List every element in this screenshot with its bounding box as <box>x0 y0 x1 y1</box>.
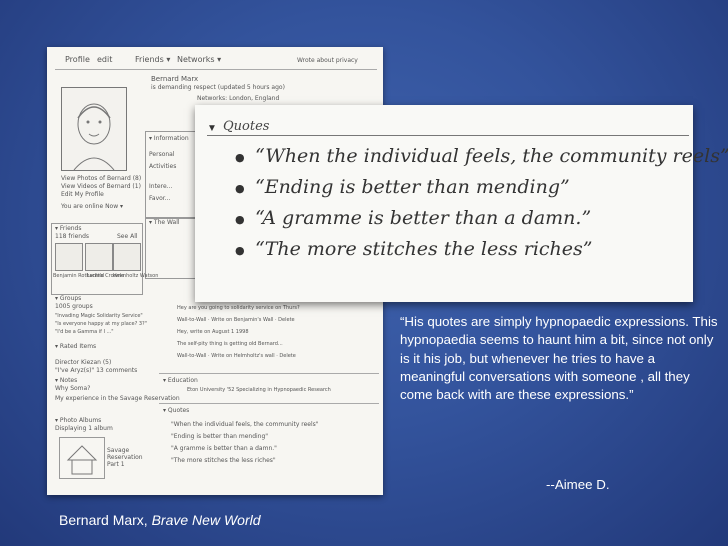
sketch-group-item: "I'd be a Gamma if I ..." <box>55 329 114 335</box>
sketch-tab-edit: edit <box>97 55 113 64</box>
sketch-notes-header: ▾ Notes <box>55 377 78 384</box>
sketch-tab-profile: Profile <box>65 55 90 64</box>
sketch-info-field: Activities <box>149 163 177 170</box>
sketch-name: Bernard Marx <box>151 75 199 83</box>
bullet-icon: ● <box>235 244 245 257</box>
caption: “His quotes are simply hypnopaedic expre… <box>400 313 720 404</box>
bullet-icon: ● <box>235 151 245 164</box>
house-sketch-icon <box>66 445 98 475</box>
sketch-albums-header: ▾ Photo Albums <box>55 417 102 424</box>
sketch-status: is demanding respect (updated 5 hours ag… <box>151 84 285 91</box>
sketch-wall-post: Wall-to-Wall · Write on Benjamin's Wall … <box>177 317 295 323</box>
sketch-info-field: Intere... <box>149 183 173 190</box>
friend-name: Helmholtz Watson <box>113 273 159 279</box>
album-thumb <box>59 437 105 479</box>
sketch-wall-post: Wall-to-Wall · Write on Helmholtz's wall… <box>177 353 296 359</box>
sketch-group-item: "Invading Magic Solidarity Service" <box>55 313 143 319</box>
caption-attribution: --Aimee D. <box>546 477 610 492</box>
sketch-wall-header: ▾ The Wall <box>149 219 180 226</box>
friend-thumb <box>55 243 83 271</box>
sketch-note-item: Why Soma? <box>55 385 91 392</box>
sketch-side-link: View Photos of Bernard (8) <box>61 175 142 182</box>
sketch-side-link: Edit My Profile <box>61 191 104 198</box>
sketch-divider <box>159 373 379 374</box>
quotes-panel: ▼ Quotes ● “When the individual feels, t… <box>195 105 728 302</box>
slide-title: Bernard Marx, Brave New World <box>59 512 261 528</box>
quote-text: “When the individual feels, the communit… <box>255 145 728 167</box>
sketch-info-header: ▾ Information <box>149 135 189 142</box>
sketch-header-right: Wrote about privacy <box>297 57 358 64</box>
sketch-quote: "Ending is better than mending" <box>171 433 269 440</box>
sketch-wall-post: Hey are you going to solidarity service … <box>177 305 300 311</box>
sketch-divider <box>55 69 377 70</box>
sketch-rated-item: "I've Aryz(s)" 13 comments <box>55 367 138 374</box>
sketch-group-item: "Is everyone happy at my place? 3?" <box>55 321 147 327</box>
sketch-see-all: See All <box>117 233 138 240</box>
sketch-quotes-header: ▾ Quotes <box>163 407 190 414</box>
sketch-wall-post: Hey, write on August 1 1998 <box>177 329 249 335</box>
sketch-groups-count: 1005 groups <box>55 303 93 310</box>
sketch-friends-count: 118 friends <box>55 233 90 240</box>
sketch-quote: "The more stitches the less riches" <box>171 457 276 464</box>
title-name: Bernard Marx, <box>59 512 152 528</box>
friend-thumb <box>113 243 141 271</box>
quotes-header-label: Quotes <box>223 119 270 134</box>
sketch-divider <box>159 403 379 404</box>
sketch-rated-header: ▾ Rated Items <box>55 343 97 350</box>
avatar <box>61 87 127 171</box>
quote-text: “The more stitches the less riches” <box>255 238 593 260</box>
sketch-wall-post: The self-pity thing is getting old Berna… <box>177 341 283 347</box>
sketch-info-field: Personal <box>149 151 175 158</box>
sketch-albums-count: Displaying 1 album <box>55 425 113 432</box>
friend-thumb <box>85 243 113 271</box>
sketch-quote: "When the individual feels, the communit… <box>171 421 319 428</box>
sketch-groups-header: ▾ Groups <box>55 295 82 302</box>
bullet-icon: ● <box>235 182 245 195</box>
sketch-education-text: Eton University '52 Specializing in Hypn… <box>187 387 331 393</box>
sketch-networks: Networks: London, England <box>197 95 280 102</box>
sketch-tab-friends: Friends ▾ <box>135 55 171 64</box>
sketch-note-item: My experience in the Savage Reservation <box>55 395 180 402</box>
bullet-icon: ● <box>235 213 245 226</box>
title-work: Brave New World <box>151 512 261 528</box>
face-sketch-icon <box>73 103 115 171</box>
sketch-album-name: Savage Reservation Part 1 <box>107 447 143 468</box>
quote-text: “A gramme is better than a damn.” <box>255 207 592 229</box>
sketch-quote: "A gramme is better than a damn." <box>171 445 277 452</box>
caption-text: “His quotes are simply hypnopaedic expre… <box>400 314 718 403</box>
sketch-friends-header: ▾ Friends <box>55 225 82 232</box>
sketch-education-header: ▾ Education <box>163 377 198 384</box>
sketch-side-link: View Videos of Bernard (1) <box>61 183 141 190</box>
sketch-info-field: Favor... <box>149 195 171 202</box>
sketch-tab-networks: Networks ▾ <box>177 55 222 64</box>
sketch-side-link: You are online Now ▾ <box>61 203 124 210</box>
triangle-down-icon: ▼ <box>207 123 217 134</box>
sketch-rated-item: Director Kiezan (5) <box>55 359 112 366</box>
quote-text: “Ending is better than mending” <box>255 176 570 198</box>
quotes-header: ▼ Quotes <box>207 119 689 136</box>
